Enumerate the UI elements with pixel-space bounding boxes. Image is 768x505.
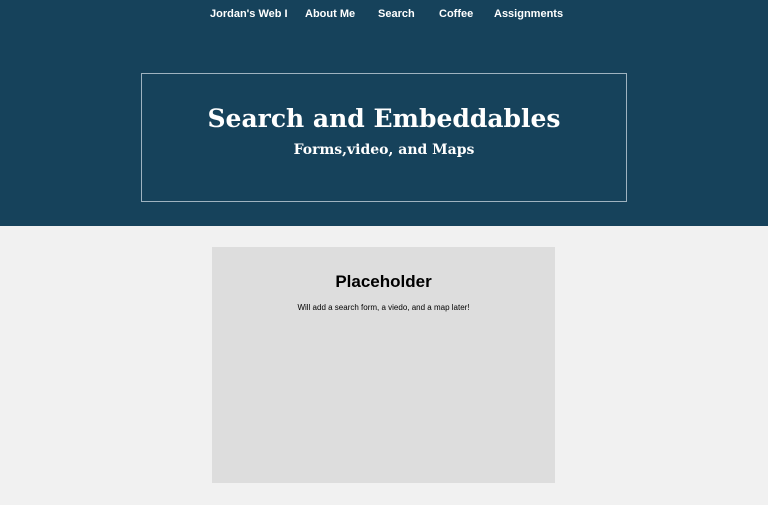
page-subtitle: Forms,video, and Maps <box>293 142 475 158</box>
nav-assignments[interactable]: Assignments <box>494 8 563 20</box>
nav-search[interactable]: Search <box>378 8 415 20</box>
card-text: Will add a search form, a viedo, and a m… <box>297 303 470 312</box>
nav-bar: Jordan's Web I About Me Search Coffee As… <box>0 0 768 28</box>
nav-coffee[interactable]: Coffee <box>439 8 473 20</box>
nav-home[interactable]: Jordan's Web I <box>210 8 288 20</box>
nav-about-me[interactable]: About Me <box>305 8 355 20</box>
placeholder-card: Placeholder Will add a search form, a vi… <box>212 247 555 483</box>
page-title: Search and Embeddables <box>207 104 561 133</box>
site-header: Jordan's Web I About Me Search Coffee As… <box>0 0 768 226</box>
hero-box: Search and Embeddables Forms,video, and … <box>141 73 627 202</box>
card-heading: Placeholder <box>335 272 432 291</box>
